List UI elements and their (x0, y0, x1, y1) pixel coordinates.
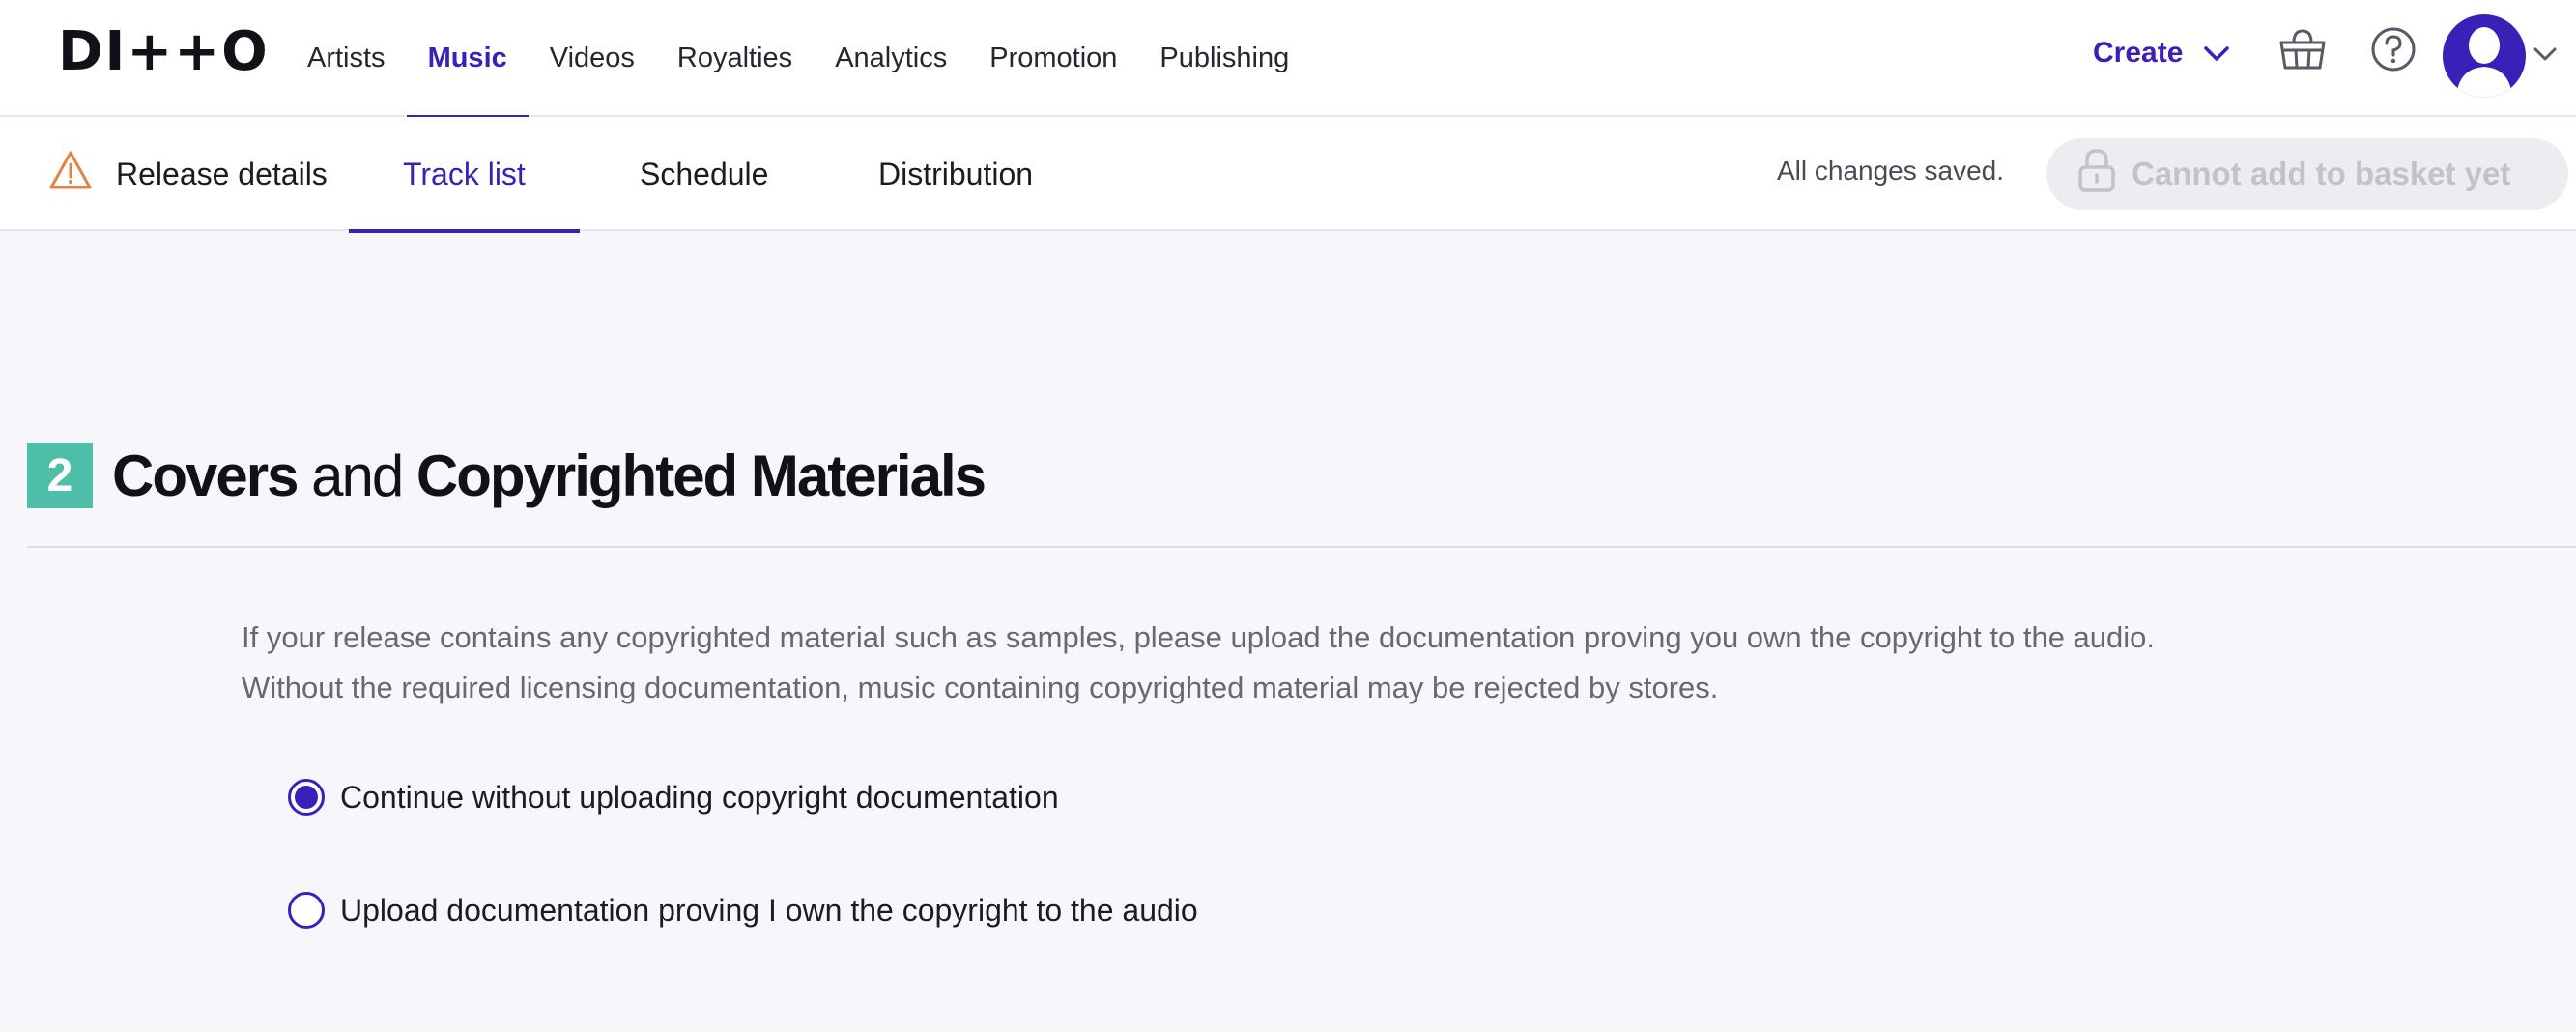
warning-icon (48, 150, 93, 198)
top-navigation-bar: DI++O Artists Music Videos Royalties Ana… (0, 0, 2576, 119)
section-title: Covers and Copyrighted Materials (112, 443, 987, 509)
tab-release-details-label: Release details (116, 156, 328, 191)
account-menu[interactable] (2443, 14, 2557, 99)
create-button[interactable]: Create (2093, 29, 2230, 77)
create-label: Create (2093, 37, 2184, 69)
ditto-logo[interactable]: DI++O (58, 23, 270, 81)
nav-item-analytics[interactable]: Analytics (814, 0, 968, 117)
lock-icon (2077, 148, 2116, 200)
section-divider (27, 546, 2576, 548)
section-title-part2: and (297, 443, 416, 508)
nav-item-artists[interactable]: Artists (286, 0, 407, 117)
help-icon[interactable] (2367, 23, 2419, 75)
section-title-part3: Copyrighted Materials (415, 443, 987, 508)
nav-item-royalties[interactable]: Royalties (656, 0, 814, 117)
nav-item-videos[interactable]: Videos (529, 0, 656, 117)
chevron-down-icon (2533, 46, 2557, 67)
option-upload-docs[interactable]: Upload documentation proving I own the c… (288, 889, 1198, 932)
basket-icon[interactable] (2276, 23, 2329, 75)
section-description: If your release contains any copyrighted… (242, 613, 2503, 713)
main-nav: Artists Music Videos Royalties Analytics… (286, 0, 1310, 119)
option-label: Continue without uploading copyright doc… (340, 779, 1059, 815)
tab-schedule[interactable]: Schedule (640, 117, 768, 231)
step-number-badge: 2 (27, 443, 93, 508)
option-continue-without-docs[interactable]: Continue without uploading copyright doc… (288, 776, 1059, 818)
section-header: 2 Covers and Copyrighted Materials (27, 443, 987, 509)
avatar (2443, 14, 2526, 98)
tab-distribution[interactable]: Distribution (878, 117, 1033, 231)
add-to-basket-label: Cannot add to basket yet (2132, 156, 2511, 191)
chevron-down-icon (2204, 37, 2230, 70)
add-to-basket-button[interactable]: Cannot add to basket yet (2046, 138, 2568, 210)
description-line-1: If your release contains any copyrighted… (242, 620, 2156, 654)
section-title-part1: Covers (112, 443, 299, 508)
radio-button-selected[interactable] (288, 779, 325, 816)
release-steps-bar: Release details Track list Schedule Dist… (0, 117, 2576, 233)
radio-button[interactable] (288, 892, 325, 929)
tab-release-details[interactable]: Release details (48, 117, 328, 231)
nav-item-promotion[interactable]: Promotion (968, 0, 1138, 117)
save-status: All changes saved. (1777, 156, 2005, 186)
option-label: Upload documentation proving I own the c… (340, 892, 1198, 928)
tab-track-list[interactable]: Track list (349, 117, 580, 233)
nav-item-music[interactable]: Music (406, 0, 529, 119)
nav-item-publishing[interactable]: Publishing (1138, 0, 1310, 117)
description-line-2: Without the required licensing documenta… (242, 671, 1719, 704)
